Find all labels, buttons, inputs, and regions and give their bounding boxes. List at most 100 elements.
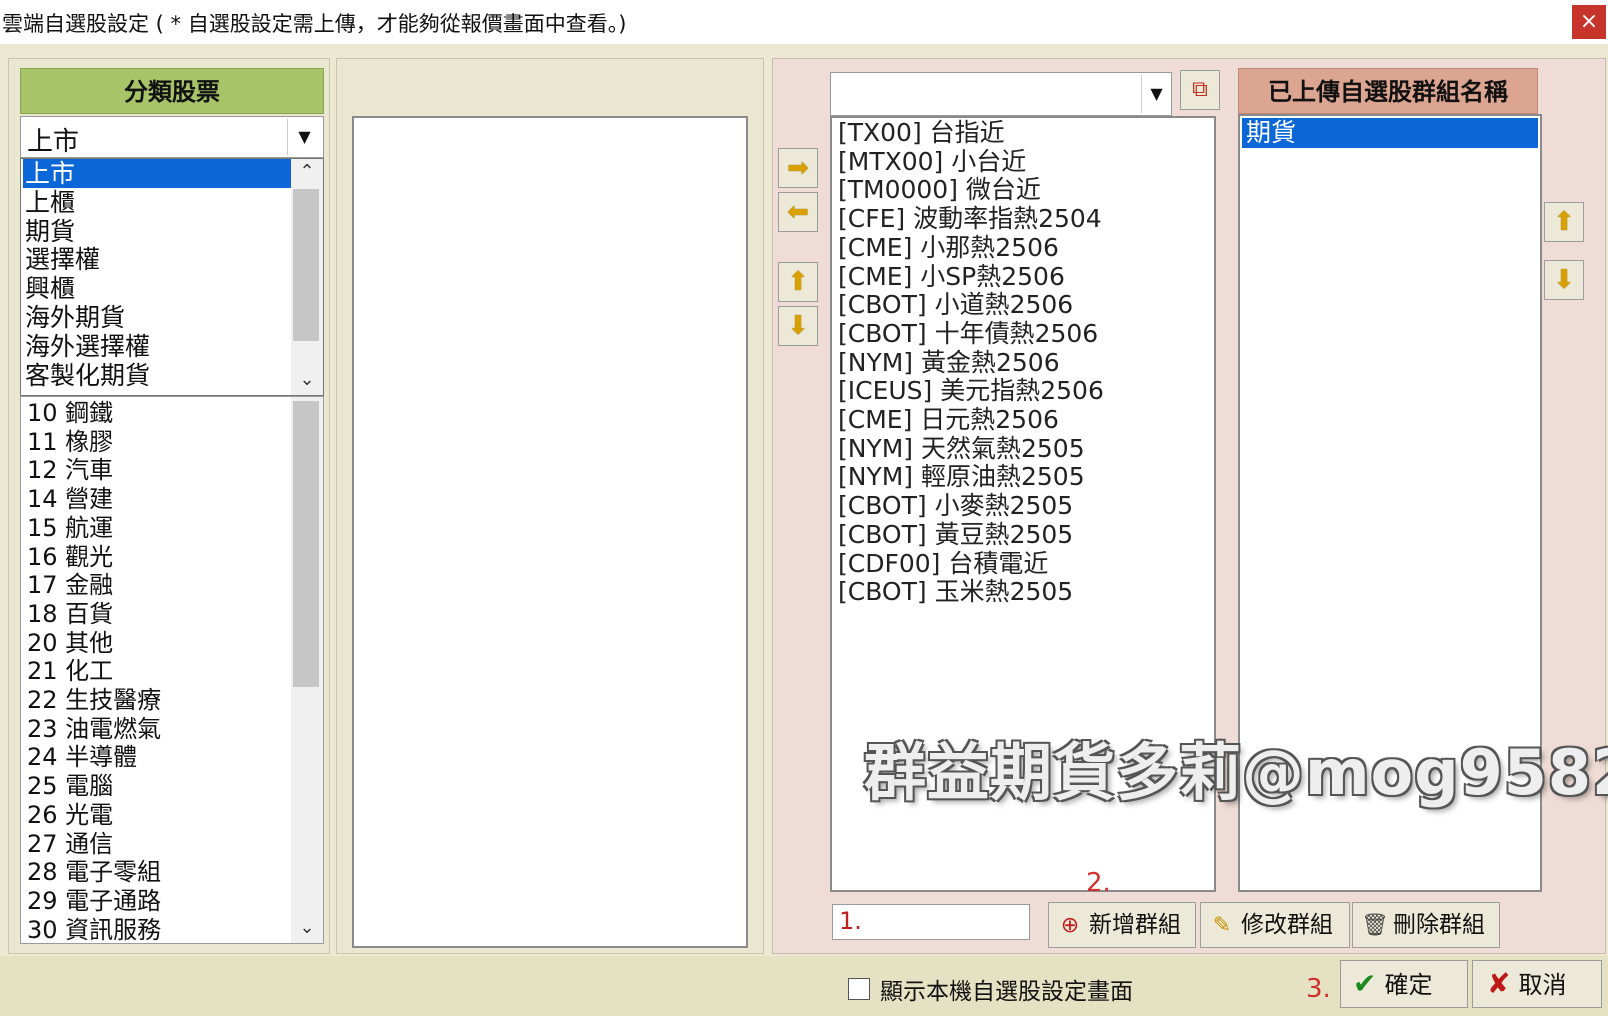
group-select[interactable]: ▼ [830,72,1172,116]
stock-list[interactable] [352,116,748,948]
stock-category-item[interactable]: 25 電腦 [27,772,113,801]
copy-group-button[interactable]: ⧉ [1180,70,1220,110]
scroll-down-icon[interactable]: ⌄ [291,915,323,941]
stock-scrollbar[interactable]: ⌄ [291,397,323,943]
stock-category-item[interactable]: 30 資訊服務 [27,916,161,943]
stock-category-item[interactable]: 10 鋼鐵 [27,399,113,428]
stock-category-item[interactable]: 11 橡膠 [27,428,113,457]
stock-scroll-thumb[interactable] [293,401,319,687]
add-group-button[interactable]: ⊕ 新增群組 [1048,902,1196,948]
check-icon: ✔ [1353,967,1377,1000]
arrow-right-icon: ➡ [787,153,809,183]
group-item[interactable]: [CBOT] 小道熱2506 [838,290,1073,319]
edit-group-label: 修改群組 [1241,912,1333,938]
edit-icon: ✎ [1212,913,1232,938]
remove-from-group-button[interactable]: ⬅ [778,192,818,232]
group-item[interactable]: [NYM] 天然氣熱2505 [838,434,1085,463]
group-item[interactable]: [TX00] 台指近 [838,118,1005,147]
ok-button[interactable]: ✔ 確定 [1340,960,1468,1008]
group-item[interactable]: [CME] 小SP熱2506 [838,262,1065,291]
x-icon: ✘ [1487,967,1511,1000]
stock-category-list[interactable]: 10 鋼鐵 11 橡膠 12 汽車 14 營建 15 航運 16 觀光 17 金融 18 百貨… [20,396,324,944]
category-scroll-thumb[interactable] [293,189,319,341]
add-group-icon: ⊕ [1060,913,1080,938]
stock-category-item[interactable]: 26 光電 [27,801,113,830]
arrow-left-icon: ⬅ [787,197,809,227]
group-name-input-value: 1. [839,907,862,935]
move-item-down-button[interactable]: ⬇ [778,306,818,346]
arrow-down-icon: ⬇ [787,311,809,341]
group-item[interactable]: [CBOT] 十年債熱2506 [838,319,1098,348]
group-item[interactable]: [TM0000] 微台近 [838,175,1041,204]
category-select-value: 上市 [27,127,80,157]
watermark-text: 群益期貨多莉@mog9582x [864,736,1608,809]
stock-category-item[interactable]: 16 觀光 [27,543,113,572]
chevron-down-icon[interactable]: ▼ [287,119,321,155]
stock-category-item[interactable]: 18 百貨 [27,600,113,629]
group-item[interactable]: [CBOT] 小麥熱2505 [838,491,1073,520]
group-item[interactable]: [CME] 小那熱2506 [838,233,1059,262]
category-header: 分類股票 [20,68,324,114]
edit-group-button[interactable]: ✎ 修改群組 [1200,902,1350,948]
category-option[interactable]: 海外選擇權 [23,332,291,361]
category-option[interactable]: 選擇權 [23,245,291,274]
group-item[interactable]: [CFE] 波動率指熱2504 [838,204,1102,233]
category-option[interactable]: 客製化期貨 [23,361,291,390]
delete-group-button[interactable]: 🗑 刪除群組 [1352,902,1500,948]
step-2-label: 2. [1086,868,1111,898]
category-option[interactable]: 興櫃 [23,274,291,303]
group-item[interactable]: [NYM] 輕原油熱2505 [838,462,1085,491]
uploaded-groups-header: 已上傳自選股群組名稱 [1238,68,1538,114]
arrow-up-icon: ⬆ [1553,207,1575,237]
category-option[interactable]: 上櫃 [23,188,291,217]
group-item[interactable]: [CME] 日元熱2506 [838,405,1059,434]
step-3-label: 3. [1306,974,1331,1004]
category-option[interactable]: 海外期貨 [23,303,291,332]
group-item[interactable]: [NYM] 黃金熱2506 [838,348,1060,377]
arrow-up-icon: ⬆ [787,267,809,297]
cancel-button[interactable]: ✘ 取消 [1472,960,1602,1008]
category-scrollbar[interactable]: ⌃ ⌄ [291,159,323,395]
group-item[interactable]: [CDF00] 台積電近 [838,549,1048,578]
stock-category-item[interactable]: 15 航運 [27,514,113,543]
stock-category-item[interactable]: 12 汽車 [27,456,113,485]
category-option[interactable]: 期貨 [23,217,291,246]
category-select[interactable]: 上市 ▼ [20,116,324,158]
move-item-up-button[interactable]: ⬆ [778,262,818,302]
stock-category-item[interactable]: 29 電子通路 [27,887,161,916]
scroll-up-icon[interactable]: ⌃ [291,159,323,185]
group-item[interactable]: [CBOT] 黃豆熱2505 [838,520,1073,549]
group-item[interactable]: [ICEUS] 美元指熱2506 [838,376,1104,405]
copy-icon: ⧉ [1192,77,1208,102]
group-item[interactable]: [MTX00] 小台近 [838,147,1026,176]
move-group-up-button[interactable]: ⬆ [1544,202,1584,242]
stock-category-item[interactable]: 20 其他 [27,629,113,658]
chevron-down-icon[interactable]: ▼ [1141,75,1171,113]
title-bar: 雲端自選股設定 ( * 自選股設定需上傳，才能夠從報價畫面中查看。) × [0,0,1608,44]
window-title: 雲端自選股設定 ( * 自選股設定需上傳，才能夠從報價畫面中查看。) [2,12,627,36]
add-group-label: 新增群組 [1089,912,1181,938]
stock-category-item[interactable]: 17 金融 [27,571,113,600]
group-name-input[interactable]: 1. [832,904,1030,940]
stock-category-item[interactable]: 27 通信 [27,830,113,859]
add-to-group-button[interactable]: ➡ [778,148,818,188]
move-group-down-button[interactable]: ⬇ [1544,260,1584,300]
show-local-label: 顯示本機自選股設定畫面 [880,979,1133,1005]
close-button[interactable]: × [1572,5,1606,39]
cancel-label: 取消 [1518,971,1567,999]
stock-category-item[interactable]: 24 半導體 [27,743,137,772]
stock-category-item[interactable]: 22 生技醫療 [27,686,161,715]
stock-category-item[interactable]: 21 化工 [27,657,113,686]
ok-label: 確定 [1384,971,1433,999]
category-option[interactable]: 上市 [23,159,291,188]
stock-category-item[interactable]: 28 電子零組 [27,858,161,887]
category-dropdown-list[interactable]: 上市 上櫃 期貨 選擇權 興櫃 海外期貨 海外選擇權 客製化期貨 ⌃ ⌄ [20,158,324,396]
uploaded-group-item[interactable]: 期貨 [1242,118,1538,148]
show-local-checkbox[interactable] [848,978,870,1000]
scroll-down-icon[interactable]: ⌄ [291,367,323,393]
delete-group-label: 刪除群組 [1393,912,1485,938]
stock-category-item[interactable]: 23 油電燃氣 [27,715,161,744]
close-icon: × [1579,9,1599,34]
group-item[interactable]: [CBOT] 玉米熱2505 [838,577,1073,606]
stock-category-item[interactable]: 14 營建 [27,485,113,514]
